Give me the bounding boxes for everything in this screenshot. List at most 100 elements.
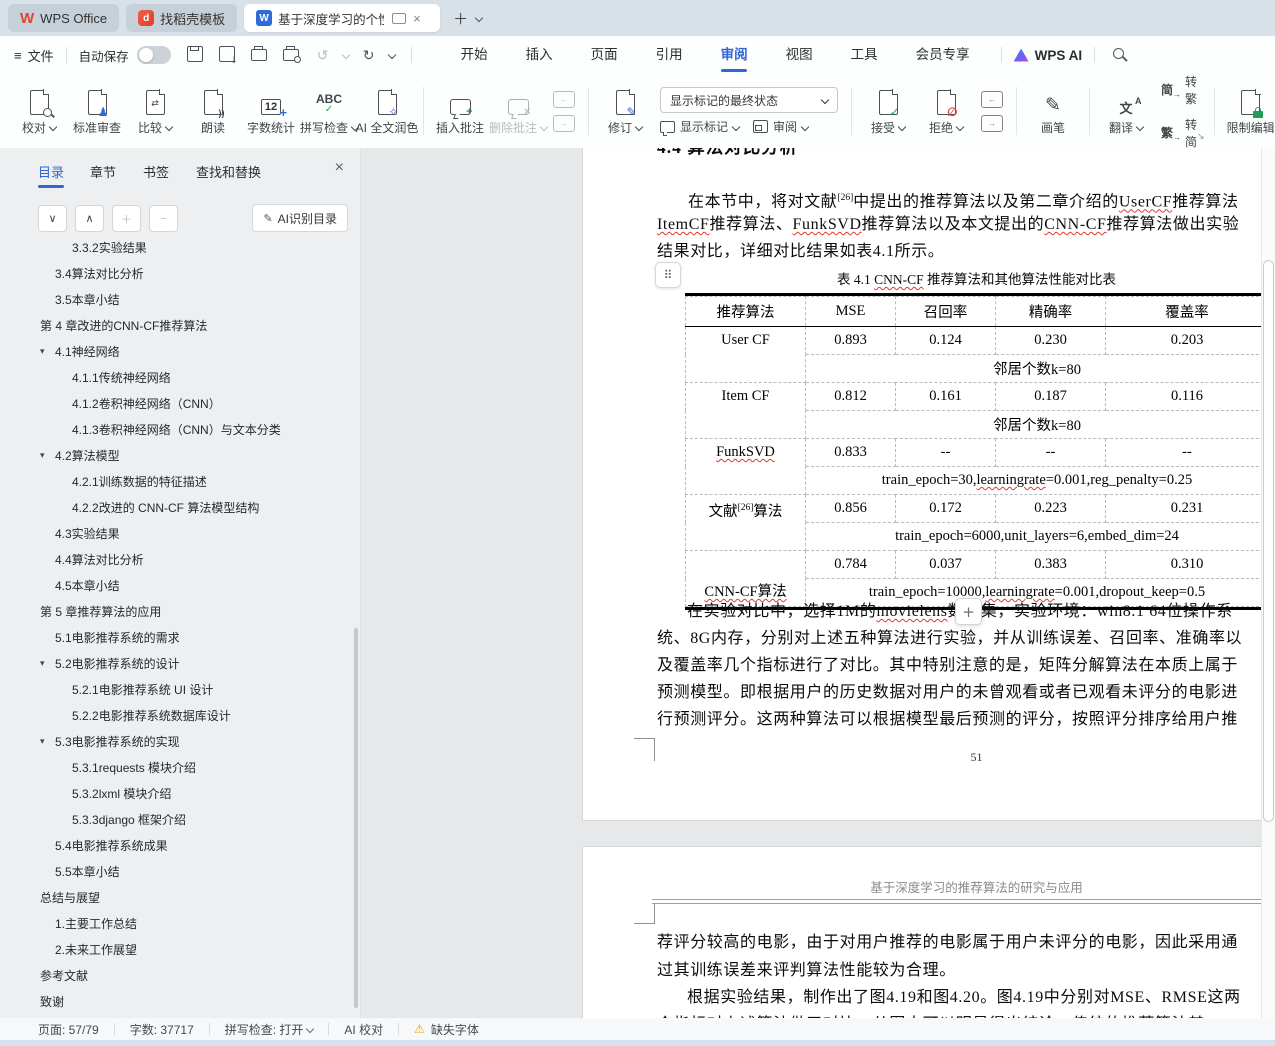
collapse-arrow-icon[interactable]: ▾ xyxy=(40,736,55,747)
toc-item[interactable]: ▾ 4.3实验结果 xyxy=(0,520,354,546)
tab-document-active[interactable]: W 基于深度学习的个性化推荐算 × xyxy=(244,4,440,32)
review-pane-button[interactable]: 审阅 xyxy=(753,118,808,135)
document-workspace[interactable]: 4.4 算法对比分析 在本节中，将对文献[26]中提出的推荐算法以及第二章介绍的… xyxy=(361,148,1275,1018)
toc-item[interactable]: ▾ 致谢 xyxy=(0,988,354,1014)
translate-button[interactable]: 文A 翻译 xyxy=(1097,87,1155,136)
toc-item[interactable]: ▾ 5.2.1电影推荐系统 UI 设计 xyxy=(0,676,354,702)
next-heading-button[interactable]: ∨ xyxy=(38,205,67,232)
prev-heading-button[interactable]: ∧ xyxy=(75,205,104,232)
toc-item[interactable]: ▾ 总结与展望 xyxy=(0,884,354,910)
new-tab-button[interactable]: ＋ xyxy=(453,8,468,29)
toc-item[interactable]: ▾ 3.5本章小结 xyxy=(0,286,354,312)
tab-bookmarks[interactable]: 书签 xyxy=(143,162,169,181)
insert-comment-button[interactable]: + 插入批注 xyxy=(431,87,489,136)
menu-review[interactable]: 审阅 xyxy=(702,36,767,74)
undo-chevron-icon[interactable] xyxy=(341,51,349,59)
table-drag-handle[interactable]: ⠿ xyxy=(655,262,681,288)
tab-list-chevron-icon[interactable] xyxy=(475,14,483,22)
ai-recognize-toc-button[interactable]: ✎ AI识别目录 xyxy=(252,204,348,232)
toc-item[interactable]: ▾ 5.2.2电影推荐系统数据库设计 xyxy=(0,702,354,728)
next-comment-button[interactable]: → xyxy=(553,115,575,132)
redo-button[interactable]: ↻ xyxy=(359,47,379,64)
toc-item[interactable]: ▾ 4.1神经网络 xyxy=(0,338,354,364)
proofread-button[interactable]: 校对 xyxy=(10,87,68,136)
quick-insert-button[interactable]: + xyxy=(955,598,982,625)
toc-item[interactable]: ▾ 4.5本章小结 xyxy=(0,572,354,598)
ai-polish-button[interactable]: ✧ AI 全文润色 xyxy=(358,87,416,136)
toc-item[interactable]: ▾ 4.1.1传统神经网络 xyxy=(0,364,354,390)
menu-view[interactable]: 视图 xyxy=(767,36,832,74)
compare-button[interactable]: ⇄ 比较 xyxy=(126,87,184,136)
to-traditional-button[interactable]: 简 转繁 xyxy=(1161,73,1197,107)
export-button[interactable] xyxy=(217,46,237,65)
collapse-arrow-icon[interactable]: ▾ xyxy=(40,346,55,357)
toc-item[interactable]: ▾ 5.3.3django 框架介绍 xyxy=(0,806,354,832)
print-preview-button[interactable] xyxy=(281,47,301,64)
ai-proofread-status[interactable]: AI 校对 xyxy=(344,1021,383,1038)
toc-item[interactable]: ▾ 4.4算法对比分析 xyxy=(0,546,354,572)
toc-item[interactable]: ▾ 4.2.2改进的 CNN-CF 算法模型结构 xyxy=(0,494,354,520)
menu-reference[interactable]: 引用 xyxy=(637,36,702,74)
prev-change-button[interactable]: ← xyxy=(981,91,1003,108)
wps-ai-button[interactable]: WPS AI xyxy=(1014,48,1083,63)
tab-wps-office[interactable]: W WPS Office xyxy=(8,4,119,32)
tab-docer-templates[interactable]: d 找稻壳模板 xyxy=(126,4,237,32)
close-tab-icon[interactable]: × xyxy=(413,11,421,26)
word-count-status[interactable]: 字数: 37717 xyxy=(130,1021,194,1038)
toc-item[interactable]: ▾ 2.未来工作展望 xyxy=(0,936,354,962)
toc-item[interactable]: ▾ 5.5本章小结 xyxy=(0,858,354,884)
toc-item[interactable]: ▾ 3.4算法对比分析 xyxy=(0,260,354,286)
toc-item[interactable]: ▾ 5.3.1requests 模块介绍 xyxy=(0,754,354,780)
toc-item[interactable]: ▾ 4.2.1训练数据的特征描述 xyxy=(0,468,354,494)
sidebar-scrollbar[interactable] xyxy=(354,628,358,1008)
document-page-51[interactable]: 4.4 算法对比分析 在本节中，将对文献[26]中提出的推荐算法以及第二章介绍的… xyxy=(582,148,1275,821)
tab-toc[interactable]: 目录 xyxy=(38,162,64,181)
tab-chapters[interactable]: 章节 xyxy=(90,162,116,181)
word-count-button[interactable]: 12+ 字数统计 xyxy=(242,87,300,136)
menu-member[interactable]: 会员专享 xyxy=(897,36,989,74)
delete-comment-button[interactable]: × 删除批注 xyxy=(489,87,547,136)
collapse-arrow-icon[interactable]: ▾ xyxy=(40,450,55,461)
toc-item[interactable]: ▾ 5.2电影推荐系统的设计 xyxy=(0,650,354,676)
menu-home[interactable]: 开始 xyxy=(442,36,507,74)
missing-font-warning[interactable]: 缺失字体 xyxy=(431,1021,479,1038)
collapse-button[interactable]: − xyxy=(149,205,178,232)
save-button[interactable] xyxy=(185,46,205,65)
toc-item[interactable]: ▾ 5.3电影推荐系统的实现 xyxy=(0,728,354,754)
undo-button[interactable]: ↺ xyxy=(313,47,333,64)
toc-item[interactable]: ▾ 3.3.2实验结果 xyxy=(0,234,354,260)
scrollbar-thumb[interactable] xyxy=(1263,260,1274,822)
next-change-button[interactable]: → xyxy=(981,115,1003,132)
expand-button[interactable]: ＋ xyxy=(112,205,141,232)
menu-page[interactable]: 页面 xyxy=(572,36,637,74)
markup-state-dropdown[interactable]: 显示标记的最终状态 xyxy=(660,87,838,113)
print-button[interactable] xyxy=(249,47,269,64)
prev-comment-button[interactable]: ← xyxy=(553,91,575,108)
close-sidebar-icon[interactable]: × xyxy=(335,159,344,177)
autosave-toggle[interactable] xyxy=(137,46,171,64)
toc-item[interactable]: ▾ 5.1电影推荐系统的需求 xyxy=(0,624,354,650)
menu-insert[interactable]: 插入 xyxy=(507,36,572,74)
restrict-editing-button[interactable]: 限制编辑 xyxy=(1222,87,1275,136)
toc-item[interactable]: ▾ 第 4 章改进的CNN-CF推荐算法 xyxy=(0,312,354,338)
toc-item[interactable]: ▾ 5.3.2lxml 模块介绍 xyxy=(0,780,354,806)
spellcheck-status[interactable]: 拼写检查: 打开 xyxy=(225,1021,304,1038)
toc-item[interactable]: ▾ 5.4电影推荐系统成果 xyxy=(0,832,354,858)
history-chevron-icon[interactable] xyxy=(387,51,395,59)
track-changes-button[interactable]: ✎ 修订 xyxy=(596,87,654,136)
file-menu[interactable]: ≡ 文件 xyxy=(14,46,54,65)
document-scrollbar[interactable] xyxy=(1261,148,1275,1018)
spellcheck-chevron-icon[interactable] xyxy=(306,1025,314,1033)
spell-check-button[interactable]: ABC✓ 拼写检查 xyxy=(300,87,358,136)
accept-button[interactable]: ✓ 接受 xyxy=(859,87,917,136)
toc-item[interactable]: ▾ 4.1.3卷积神经网络（CNN）与文本分类 xyxy=(0,416,354,442)
tab-find-replace[interactable]: 查找和替换 xyxy=(196,162,261,181)
document-page-52[interactable]: 基于深度学习的推荐算法的研究与应用 荐评分较高的电影，由于对用户推荐的电影属于用… xyxy=(582,846,1275,1018)
toc-item[interactable]: ▾ 1.主要工作总结 xyxy=(0,910,354,936)
collapse-arrow-icon[interactable]: ▾ xyxy=(40,658,55,669)
read-aloud-button[interactable]: )) 朗读 xyxy=(184,87,242,136)
to-simplified-button[interactable]: 繁 转简 xyxy=(1161,116,1197,150)
ink-brush-button[interactable]: ✎ 画笔 xyxy=(1024,87,1082,136)
toc-item[interactable]: ▾ 4.1.2卷积神经网络（CNN） xyxy=(0,390,354,416)
standard-review-button[interactable]: ♟ 标准审查 xyxy=(68,87,126,136)
